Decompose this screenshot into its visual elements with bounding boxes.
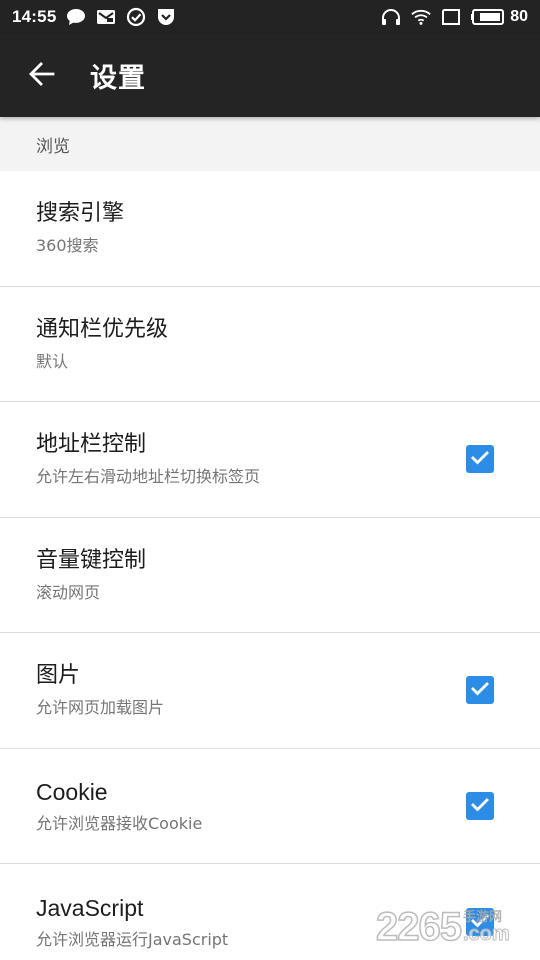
mail-icon [96, 7, 116, 27]
checkmark-icon [470, 796, 490, 816]
headphones-icon [381, 7, 401, 27]
status-right: 80 [381, 7, 528, 27]
setting-title: 地址栏控制 [36, 432, 147, 458]
check-circle-icon [126, 7, 146, 27]
setting-search-engine[interactable]: 搜索引擎 360搜索 [0, 171, 540, 287]
setting-title: JavaScript [36, 894, 144, 921]
settings-list: 搜索引擎 360搜索 通知栏优先级 默认 地址栏控制 允许左右滑动地址栏切换标签… [0, 171, 540, 960]
back-button[interactable] [22, 56, 62, 96]
battery-level: 80 [510, 8, 528, 25]
chat-bubble-icon [66, 7, 86, 27]
battery-icon [471, 7, 505, 27]
setting-notification-priority[interactable]: 通知栏优先级 默认 [0, 287, 540, 402]
app-screen: 14:55 80 设置 浏览 搜索引擎 360搜索 通知栏优先级 默认 地址栏控… [0, 0, 540, 960]
status-time: 14:55 [12, 7, 57, 26]
setting-title: 搜索引擎 [36, 201, 125, 227]
status-left: 14:55 [12, 7, 176, 27]
status-bar: 14:55 80 [0, 0, 540, 34]
setting-subtitle: 360搜索 [36, 236, 99, 256]
setting-cookie[interactable]: Cookie 允许浏览器接收Cookie [0, 749, 540, 864]
setting-javascript[interactable]: JavaScript 允许浏览器运行JavaScript [0, 864, 540, 960]
checkmark-icon [470, 912, 490, 932]
setting-subtitle: 默认 [36, 351, 69, 371]
setting-volume-key-control[interactable]: 音量键控制 滚动网页 [0, 518, 540, 633]
setting-subtitle: 允许左右滑动地址栏切换标签页 [36, 467, 261, 487]
section-header: 浏览 [0, 117, 540, 171]
checkmark-icon [470, 680, 490, 700]
setting-title: 图片 [36, 663, 81, 689]
battery: 80 [471, 7, 528, 27]
setting-subtitle: 滚动网页 [36, 582, 101, 602]
setting-title: Cookie [36, 778, 108, 805]
setting-images[interactable]: 图片 允许网页加载图片 [0, 633, 540, 749]
setting-address-bar-control[interactable]: 地址栏控制 允许左右滑动地址栏切换标签页 [0, 402, 540, 518]
setting-title: 通知栏优先级 [36, 316, 169, 342]
screen-icon [441, 7, 461, 27]
wifi-icon [411, 7, 431, 27]
pocket-icon [156, 7, 176, 27]
arrow-left-icon [29, 61, 55, 90]
app-bar: 设置 [0, 34, 540, 117]
setting-title: 音量键控制 [36, 547, 147, 573]
cookie-checkbox[interactable] [466, 791, 494, 820]
images-checkbox[interactable] [466, 676, 494, 705]
setting-subtitle: 允许浏览器运行JavaScript [36, 929, 229, 949]
setting-subtitle: 允许浏览器接收Cookie [36, 813, 203, 833]
address-bar-checkbox[interactable] [466, 445, 494, 474]
page-title: 设置 [90, 63, 146, 94]
checkmark-icon [470, 449, 490, 469]
javascript-checkbox[interactable] [466, 907, 494, 936]
setting-subtitle: 允许网页加载图片 [36, 698, 165, 718]
